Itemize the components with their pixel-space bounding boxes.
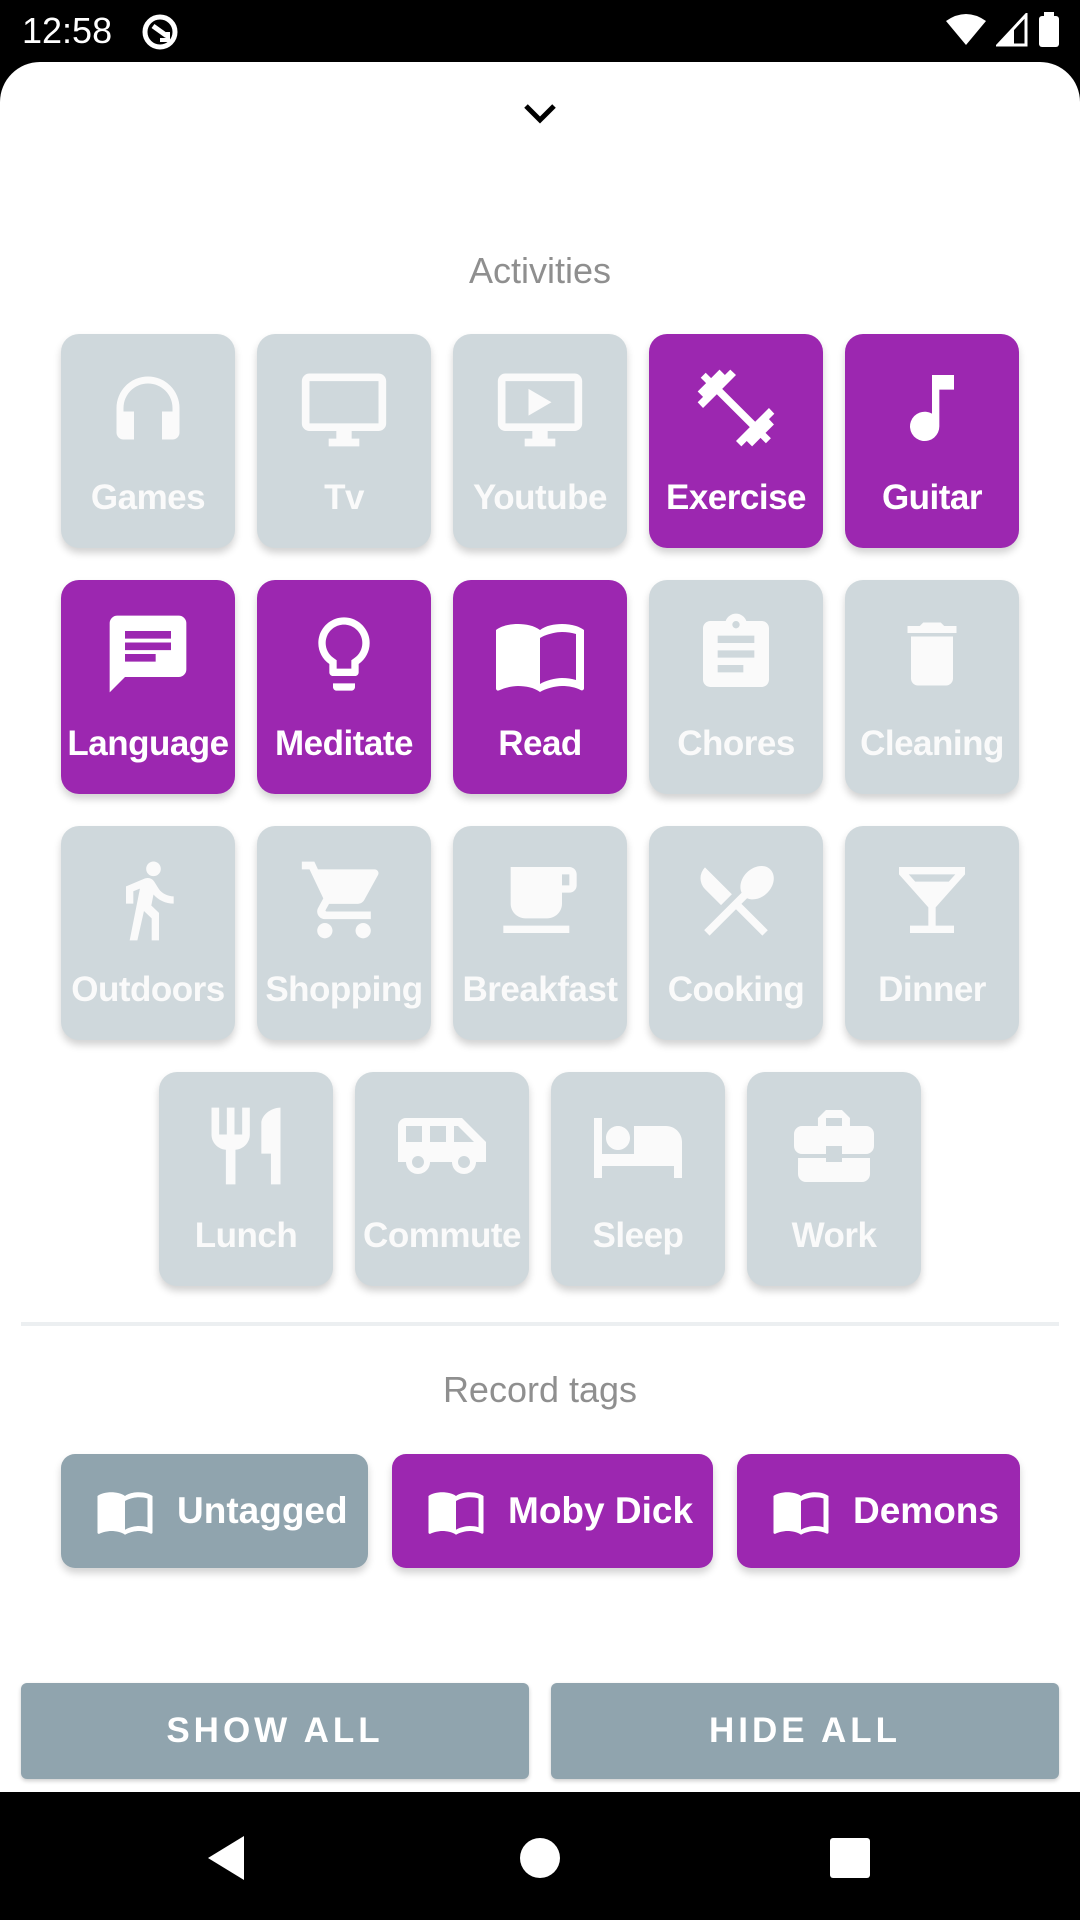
status-bar: 12:58	[0, 0, 1080, 62]
hide-all-button[interactable]: HIDE ALL	[551, 1683, 1059, 1779]
activity-tile-breakfast[interactable]: Breakfast	[453, 826, 627, 1040]
activity-tile-outdoors[interactable]: Outdoors	[61, 826, 235, 1040]
cocktail-icon	[884, 852, 980, 948]
lightbulb-icon	[296, 606, 392, 702]
activity-tile-language[interactable]: Language	[61, 580, 235, 794]
activity-tile-work[interactable]: Work	[747, 1072, 921, 1286]
activity-tile-read[interactable]: Read	[453, 580, 627, 794]
activity-tile-lunch[interactable]: Lunch	[159, 1072, 333, 1286]
collapse-chevron-down-icon[interactable]	[515, 94, 565, 134]
briefcase-icon	[786, 1098, 882, 1194]
activity-label: Chores	[677, 724, 795, 763]
activity-label: Language	[67, 724, 229, 763]
activity-tile-dinner[interactable]: Dinner	[845, 826, 1019, 1040]
activity-label: Tv	[324, 478, 364, 517]
recents-icon[interactable]	[820, 1828, 880, 1888]
activity-label: Cooking	[667, 970, 805, 1009]
trash-icon	[884, 606, 980, 702]
tag-label: Moby Dick	[508, 1490, 694, 1531]
book-icon	[492, 606, 588, 702]
activity-label: Guitar	[881, 478, 983, 517]
activity-tile-shopping[interactable]: Shopping	[257, 826, 431, 1040]
cell-signal-icon	[994, 11, 1028, 52]
battery-icon	[1038, 12, 1060, 53]
walking-icon	[100, 852, 196, 948]
activity-tile-tv[interactable]: Tv	[257, 334, 431, 548]
message-icon	[100, 606, 196, 702]
tag-label: Untagged	[177, 1490, 348, 1531]
tag-chip-moby-dick[interactable]: Moby Dick	[392, 1454, 713, 1568]
tag-label: Demons	[853, 1490, 999, 1531]
activity-tile-cooking[interactable]: Cooking	[649, 826, 823, 1040]
activity-label: Meditate	[275, 724, 413, 763]
fork-knife-icon	[198, 1098, 294, 1194]
book-icon	[95, 1481, 155, 1541]
van-icon	[394, 1098, 490, 1194]
dumbbell-icon	[688, 360, 784, 456]
tag-chip-untagged[interactable]: Untagged	[61, 1454, 368, 1568]
book-icon	[426, 1481, 486, 1541]
headphones-icon	[100, 360, 196, 456]
activity-label: Youtube	[473, 478, 607, 517]
activity-label: Outdoors	[71, 970, 225, 1009]
activity-label: Commute	[363, 1216, 521, 1255]
music-note-icon	[884, 360, 980, 456]
wifi-icon	[946, 13, 986, 52]
book-icon	[771, 1481, 831, 1541]
home-icon[interactable]	[510, 1828, 570, 1888]
activity-tile-chores[interactable]: Chores	[649, 580, 823, 794]
activity-label: Exercise	[665, 478, 807, 517]
record-tags-title: Record tags	[442, 1369, 638, 1410]
activity-label: Shopping	[265, 970, 423, 1009]
activity-tile-guitar[interactable]: Guitar	[845, 334, 1019, 548]
activity-tile-exercise[interactable]: Exercise	[649, 334, 823, 548]
navigation-bar	[0, 1792, 1080, 1920]
activities-title: Activities	[468, 250, 612, 291]
activity-label: Cleaning	[860, 724, 1004, 763]
monitor-icon	[296, 360, 392, 456]
activity-tile-meditate[interactable]: Meditate	[257, 580, 431, 794]
activity-tile-sleep[interactable]: Sleep	[551, 1072, 725, 1286]
activity-label: Games	[90, 478, 206, 517]
activity-tile-games[interactable]: Games	[61, 334, 235, 548]
tag-chip-demons[interactable]: Demons	[737, 1454, 1020, 1568]
activity-tile-youtube[interactable]: Youtube	[453, 334, 627, 548]
cart-icon	[296, 852, 392, 948]
clipboard-icon	[688, 606, 784, 702]
bed-icon	[590, 1098, 686, 1194]
back-icon[interactable]	[196, 1828, 256, 1888]
activity-tile-commute[interactable]: Commute	[355, 1072, 529, 1286]
activity-label: Sleep	[592, 1216, 684, 1255]
section-divider	[21, 1322, 1059, 1326]
app-notification-icon	[140, 12, 180, 57]
activity-label: Work	[791, 1216, 877, 1255]
activity-label: Breakfast	[462, 970, 618, 1009]
coffee-cup-icon	[492, 852, 588, 948]
activity-label: Read	[498, 724, 582, 763]
activity-tile-cleaning[interactable]: Cleaning	[845, 580, 1019, 794]
utensils-cross-icon	[688, 852, 784, 948]
filter-sheet: Activities Games Tv Youtube Exercise Gui…	[0, 62, 1080, 1792]
video-play-icon	[492, 360, 588, 456]
status-time: 12:58	[22, 10, 113, 51]
activity-label: Dinner	[878, 970, 986, 1009]
show-all-button[interactable]: SHOW ALL	[21, 1683, 529, 1779]
activity-label: Lunch	[194, 1216, 298, 1255]
